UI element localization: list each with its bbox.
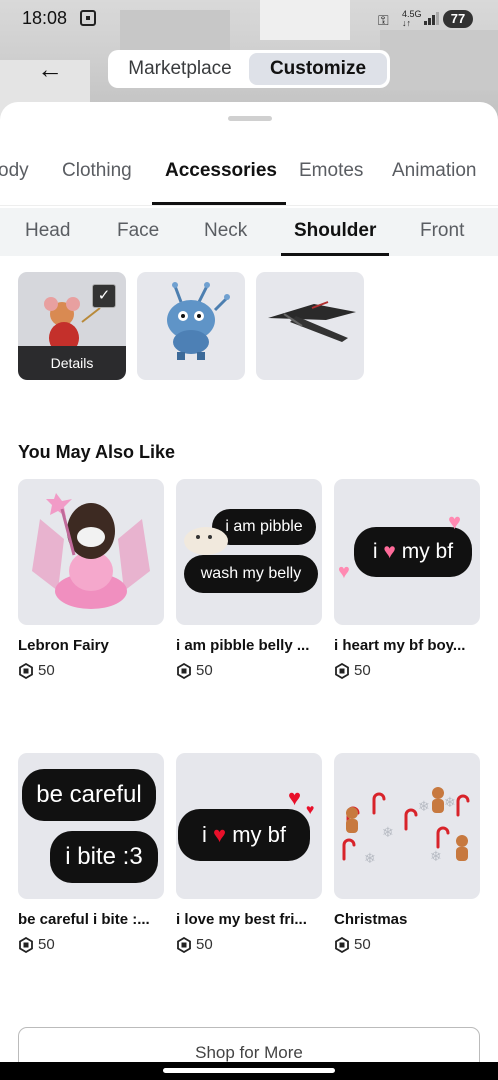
category-tabs: ody Clothing Accessories Emotes Animatio… [0, 142, 498, 206]
speech-bubble: be careful [22, 769, 156, 821]
item-card[interactable]: Lebron Fairy 50 [18, 479, 164, 679]
pibble-dog-image [184, 527, 228, 555]
mode-switch: Marketplace Customize [108, 50, 390, 88]
robux-icon [335, 936, 349, 953]
system-nav-bar [0, 1062, 498, 1080]
robux-icon [177, 936, 191, 953]
battery-indicator: 77 [443, 10, 473, 28]
section-title: You May Also Like [18, 442, 176, 462]
equipped-item-drone-wings[interactable] [256, 272, 364, 380]
heart-icon: ♥ [383, 540, 396, 563]
tab-underline [152, 202, 286, 205]
item-card[interactable]: i ♥ my bf ♥ ♥ i love my best fri... 50 [176, 753, 322, 953]
item-price: 50 [18, 936, 164, 953]
christmas-pattern-image: ❄ ❄ ❄ ❄ ❄ [342, 787, 470, 867]
blue-monster-image [167, 282, 230, 360]
heart-icon: ♥ [448, 509, 462, 534]
item-name: i am pibble belly ... [176, 637, 310, 654]
screenshot-icon [80, 10, 96, 26]
speech-bubble: wash my belly [184, 555, 318, 593]
equipped-item-rat[interactable]: ✓ Details [18, 272, 126, 380]
tab-body[interactable]: ody [0, 160, 29, 182]
item-name: i love my best fri... [176, 911, 307, 928]
customize-sheet: ody Clothing Accessories Emotes Animatio… [0, 102, 498, 1080]
item-name: Christmas [334, 911, 408, 928]
svg-text:❄: ❄ [364, 851, 376, 867]
tab-accessories[interactable]: Accessories [165, 160, 277, 182]
sheet-drag-handle[interactable] [228, 116, 272, 121]
signal-icon [424, 11, 439, 25]
checkmark-icon: ✓ [92, 284, 116, 308]
item-thumbnail: i am pibble wash my belly [176, 479, 322, 625]
heart-icon: ♥ [338, 561, 350, 583]
heart-icon: ♥ [213, 822, 227, 847]
item-thumbnail [18, 479, 164, 625]
heart-icon: ♥ [306, 801, 315, 817]
drone-wings-image [268, 301, 356, 342]
subtab-head[interactable]: Head [25, 220, 70, 242]
item-name: be careful i bite :... [18, 911, 150, 928]
item-card[interactable]: i ♥ my bf ♥ ♥ i heart my bf boy... 50 [334, 479, 480, 679]
status-time: 18:08 [22, 8, 68, 28]
robux-icon [19, 662, 33, 679]
key-icon: ⚿ [378, 12, 389, 28]
tab-animation[interactable]: Animation [392, 160, 477, 182]
item-card[interactable]: be careful i bite :3 be careful i bite :… [18, 753, 164, 953]
subtab-face[interactable]: Face [117, 220, 159, 242]
heart-icon: ♥ [288, 785, 302, 810]
home-gesture-handle[interactable] [163, 1068, 335, 1073]
subtab-front[interactable]: Front [420, 220, 464, 242]
tab-clothing[interactable]: Clothing [62, 160, 132, 182]
robux-icon [177, 662, 191, 679]
svg-text:❄: ❄ [444, 795, 456, 811]
robux-icon [335, 662, 349, 679]
item-name: i heart my bf boy... [334, 637, 466, 654]
item-price: 50 [334, 936, 480, 953]
subtab-underline [281, 253, 389, 256]
svg-text:❄: ❄ [430, 849, 442, 865]
speech-bubble: i bite :3 [50, 831, 158, 883]
item-price: 50 [176, 662, 322, 679]
item-thumbnail: i ♥ my bf ♥ ♥ [176, 753, 322, 899]
segment-customize[interactable]: Customize [249, 53, 387, 85]
svg-text:❄: ❄ [382, 825, 394, 841]
details-button[interactable]: Details [18, 346, 126, 380]
item-price: 50 [18, 662, 164, 679]
item-thumbnail: i ♥ my bf ♥ ♥ [334, 479, 480, 625]
status-bar: 18:08 ⚿ 4.5G ↓↑ 77 [0, 0, 498, 40]
item-thumbnail: be careful i bite :3 [18, 753, 164, 899]
tab-emotes[interactable]: Emotes [299, 160, 363, 182]
item-thumbnail: ❄ ❄ ❄ ❄ ❄ [334, 753, 480, 899]
subtab-shoulder[interactable]: Shoulder [294, 220, 376, 242]
equipped-item-blue-monster[interactable] [137, 272, 245, 380]
subcategory-tabs: Head Face Neck Shoulder Front [0, 208, 498, 256]
item-card[interactable]: i am pibble wash my belly i am pibble be… [176, 479, 322, 679]
item-name: Lebron Fairy [18, 637, 109, 654]
robux-icon [19, 936, 33, 953]
segment-marketplace[interactable]: Marketplace [111, 53, 249, 85]
item-price: 50 [334, 662, 480, 679]
network-label: 4.5G ↓↑ [402, 9, 422, 28]
speech-bubble: i ♥ my bf [178, 809, 310, 861]
back-arrow-icon[interactable]: ← [32, 54, 68, 84]
svg-text:❄: ❄ [418, 799, 430, 815]
subtab-neck[interactable]: Neck [204, 220, 247, 242]
item-card[interactable]: ❄ ❄ ❄ ❄ ❄ Christmas 50 [334, 753, 480, 953]
item-price: 50 [176, 936, 322, 953]
